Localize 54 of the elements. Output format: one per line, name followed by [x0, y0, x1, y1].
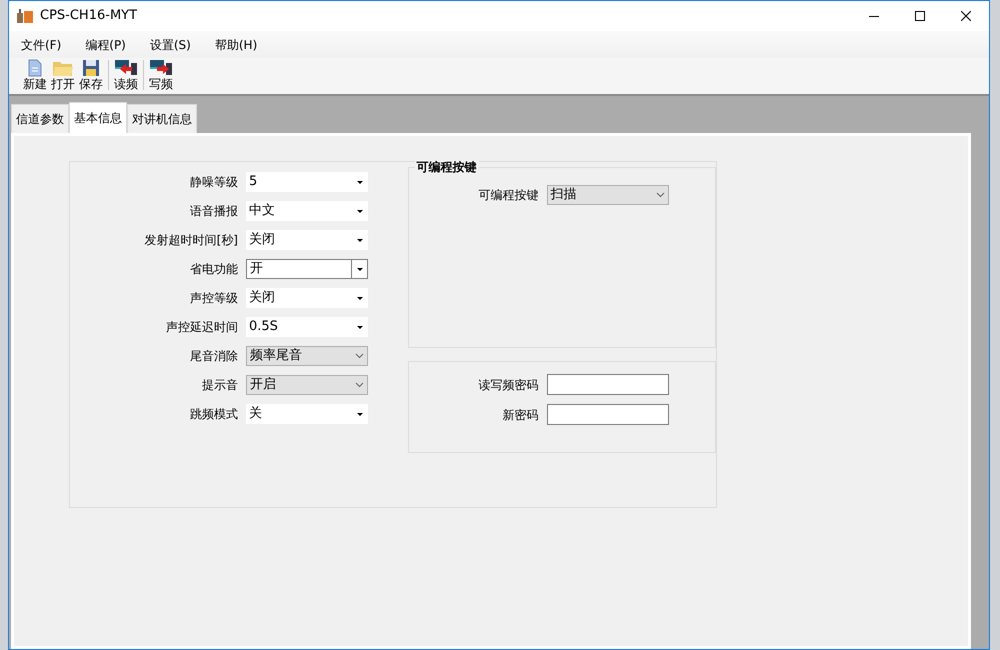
chevron-down-icon — [656, 192, 664, 198]
field-label: 语音播报 — [189, 203, 239, 220]
password-field[interactable] — [546, 374, 668, 395]
group-title: 可编程按键 — [414, 158, 478, 176]
field-label: 发射超时时间[秒] — [144, 232, 239, 249]
dropdown[interactable]: 5 — [246, 172, 368, 192]
close-icon — [961, 11, 971, 21]
dropdown[interactable]: 开 — [246, 259, 368, 279]
caret-down-icon — [356, 268, 362, 270]
app-icon — [16, 8, 34, 24]
field-label: 新密码 — [502, 406, 540, 424]
toolbar-button[interactable]: 打开 — [49, 57, 77, 91]
toolbar-button[interactable]: 写频 — [147, 57, 175, 91]
password-field[interactable] — [546, 404, 668, 425]
caret-down-icon — [357, 180, 363, 184]
maximize-icon — [915, 11, 925, 21]
caret-down-icon — [357, 210, 363, 212]
field-label: 提示音 — [201, 377, 239, 394]
caret-down-icon — [357, 412, 363, 416]
menu-item[interactable]: 编程(P) — [77, 36, 134, 54]
field-label: 声控等级 — [189, 290, 239, 307]
folder-icon — [52, 59, 74, 77]
caret-down-icon — [357, 326, 363, 328]
field-label: 声控延迟时间 — [165, 319, 239, 336]
tab[interactable]: 信道参数 — [11, 104, 69, 133]
menu-item[interactable]: 帮助(H) — [206, 36, 266, 54]
toolbar-button[interactable]: 保存 — [77, 57, 105, 91]
chevron-down-icon — [355, 382, 364, 388]
field-label: 尾音消除 — [189, 348, 239, 365]
dropdown[interactable]: 0.5S — [246, 317, 368, 337]
toolbar-button[interactable]: 读频 — [112, 57, 140, 91]
dropdown[interactable]: 关闭 — [246, 230, 368, 250]
field-label: 可编程按键 — [478, 187, 540, 204]
menu-item[interactable]: 文件(F) — [13, 36, 70, 54]
window-title: CPS-CH16-MYT — [40, 7, 138, 26]
chevron-down-icon — [355, 353, 364, 359]
tab[interactable]: 对讲机信息 — [127, 104, 197, 133]
dropdown[interactable]: 中文 — [246, 201, 368, 221]
toolbar-button[interactable]: 新建 — [21, 57, 49, 91]
field-label: 静噪等级 — [189, 174, 239, 191]
dropdown[interactable]: 频率尾音 — [246, 346, 368, 366]
dropdown[interactable]: 关 — [246, 404, 368, 424]
caret-down-icon — [357, 238, 363, 242]
dropdown[interactable]: 扫描 — [546, 185, 668, 205]
menu-item[interactable]: 设置(S) — [142, 36, 199, 54]
dropdown[interactable]: 关闭 — [246, 288, 368, 308]
field-label: 跳频模式 — [189, 406, 239, 423]
field-label: 读写频密码 — [478, 376, 540, 394]
dropdown[interactable]: 开启 — [246, 375, 368, 395]
caret-down-icon — [357, 296, 363, 300]
tab[interactable]: 基本信息 — [69, 102, 127, 133]
radio-right-arrow-icon — [149, 57, 173, 77]
radio-left-arrow-icon — [114, 57, 138, 77]
field-label: 省电功能 — [189, 261, 239, 278]
